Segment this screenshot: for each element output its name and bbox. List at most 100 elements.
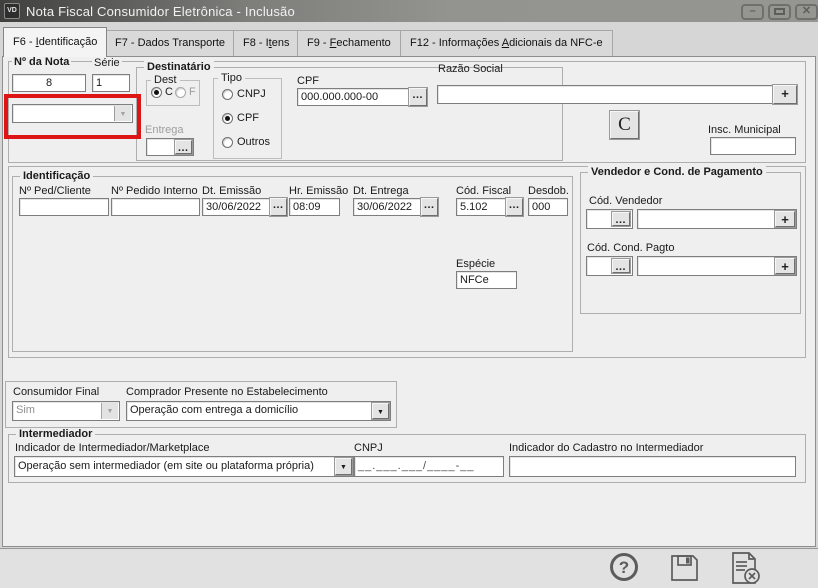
cod-cond-add-button[interactable]: + [775,258,795,274]
serie-field[interactable]: 1 [92,74,130,92]
tipo-radio-outros[interactable] [222,137,233,148]
comprador-presente-label: Comprador Presente no Estabelecimento [126,386,328,398]
tab-itens[interactable]: F8 - Itens [233,30,299,56]
cod-vendedor-desc-field[interactable] [637,209,797,229]
cod-cond-ellipsis-button[interactable]: … [612,259,630,273]
cod-cond-field[interactable]: … [586,256,633,276]
cod-fiscal-ellipsis-button[interactable]: … [506,198,523,216]
ellipsis-icon: … [424,199,436,211]
dt-emissao-field[interactable]: 30/06/2022 [202,198,270,216]
intermediador-box: Intermediador Indicador de Intermediador… [8,434,806,483]
annotation-highlight [4,94,141,139]
tipo-radio-cpf-label: CPF [237,112,259,124]
dest-radio-c[interactable] [151,87,162,98]
identificacao-title: Identificação [20,170,93,182]
cnpj-intermediador-field[interactable]: __.___.___/____-__ [354,456,504,477]
close-button[interactable]: ✕ [795,4,818,20]
cod-cond-label: Cód. Cond. Pagto [587,242,674,254]
chevron-down-icon: ▼ [340,464,347,471]
razao-social-field[interactable] [437,85,773,104]
cod-cond-desc-field[interactable] [637,256,797,276]
indicador-intermediador-label: Indicador de Intermediador/Marketplace [15,442,209,454]
entrega-ellipsis-button[interactable]: … [175,140,192,154]
comprador-presente-dropdown-button[interactable]: ▼ [372,403,389,419]
cod-vendedor-ellipsis-button[interactable]: … [612,212,630,226]
dest-title: Dest [151,74,180,86]
save-button[interactable] [668,552,700,584]
dest-radio-f-label: F [189,86,196,98]
destinatario-title: Destinatário [144,61,214,73]
desdob-field[interactable]: 000 [528,198,568,216]
cpf-label: CPF [297,75,319,87]
chevron-down-icon: ▼ [107,408,114,415]
plus-icon: + [781,86,789,101]
insc-municipal-label: Insc. Municipal [708,124,781,136]
cancel-document-button[interactable] [727,551,763,585]
vendedor-group: Vendedor e Cond. de Pagamento Cód. Vende… [580,172,801,314]
dest-radio-f[interactable] [175,87,186,98]
cod-vendedor-field[interactable]: … [586,209,633,229]
tipo-radio-cnpj-label: CNPJ [237,88,266,100]
ellipsis-icon: … [509,199,521,211]
destinatario-group: Destinatário Dest C F Entrega … Tipo CNP… [136,67,563,161]
pedido-interno-label: Nº Pedido Interno [111,185,198,197]
dest-subgroup: Dest C F [146,80,200,106]
indicador-cadastro-label: Indicador do Cadastro no Intermediador [509,442,703,454]
cancel-document-icon [727,551,763,585]
tab-dados-transporte[interactable]: F7 - Dados Transporte [105,30,235,56]
cod-fiscal-field[interactable]: 5.102 [456,198,506,216]
cpf-field[interactable]: 000.000.000-00 [297,88,409,106]
dt-entrega-label: Dt. Entrega [353,185,409,197]
help-button[interactable]: ? [610,553,638,581]
desdob-label: Desdob. [528,185,569,197]
dt-entrega-ellipsis-button[interactable]: … [421,198,438,216]
tab-identificacao[interactable]: F6 - Identificação [3,27,107,57]
serie-label: Série [92,57,122,69]
consumidor-final-combobox[interactable]: Sim ▼ [12,401,120,421]
comprador-presente-combobox[interactable]: Operação com entrega a domicílio ▼ [126,401,391,421]
cod-vendedor-label: Cód. Vendedor [589,195,662,207]
title-bar: VD Nota Fiscal Consumidor Eletrônica - I… [0,0,818,22]
razao-social-add-button[interactable]: + [773,85,797,104]
dest-radio-c-label: C [165,86,173,98]
tipo-radio-cnpj[interactable] [222,89,233,100]
insc-municipal-field[interactable] [710,137,796,155]
razao-social-label: Razão Social [438,63,503,75]
consumidor-final-dropdown-button[interactable]: ▼ [101,403,118,419]
app-icon: VD [4,3,20,19]
plus-icon: + [781,212,789,227]
intermediador-title: Intermediador [16,428,95,440]
dt-entrega-field[interactable]: 30/06/2022 [353,198,421,216]
pedido-interno-field[interactable] [111,198,200,216]
consumidor-final-label: Consumidor Final [13,386,99,398]
minimize-button[interactable]: – [741,4,764,20]
hr-emissao-field[interactable]: 08:09 [289,198,340,216]
especie-field[interactable]: NFCe [456,271,517,289]
tipo-radio-cpf[interactable] [222,113,233,124]
ellipsis-icon: … [615,214,627,226]
c-button[interactable]: C [610,111,639,139]
tab-fechamento[interactable]: F9 - Fechamento [297,30,401,56]
dt-emissao-ellipsis-button[interactable]: … [270,198,287,216]
dt-emissao-label: Dt. Emissão [202,185,261,197]
tipo-radio-outros-label: Outros [237,136,270,148]
nota-label: Nº da Nota [12,56,71,68]
window-title: Nota Fiscal Consumidor Eletrônica - Incl… [26,4,295,19]
ellipsis-icon: … [412,89,424,101]
indicador-intermediador-combobox[interactable]: Operação sem intermediador (em site ou p… [14,456,354,477]
plus-icon: + [781,259,789,274]
indicador-dropdown-button[interactable]: ▼ [335,458,352,475]
cod-fiscal-label: Cód. Fiscal [456,185,511,197]
ped-cliente-field[interactable] [19,198,109,216]
cpf-ellipsis-button[interactable]: … [409,88,427,106]
ellipsis-icon: … [615,261,627,273]
tab-informacoes-adicionais[interactable]: F12 - Informações Adicionais da NFC-e [400,30,613,56]
vendedor-title: Vendedor e Cond. de Pagamento [588,166,766,178]
entrega-field[interactable]: … [146,138,194,156]
maximize-button[interactable] [768,4,791,20]
help-icon: ? [619,558,629,577]
cod-vendedor-add-button[interactable]: + [775,211,795,227]
nota-field[interactable]: 8 [12,74,86,92]
indicador-cadastro-field[interactable] [509,456,796,477]
identificacao-group: Identificação Nº Ped/Cliente Nº Pedido I… [12,176,573,352]
